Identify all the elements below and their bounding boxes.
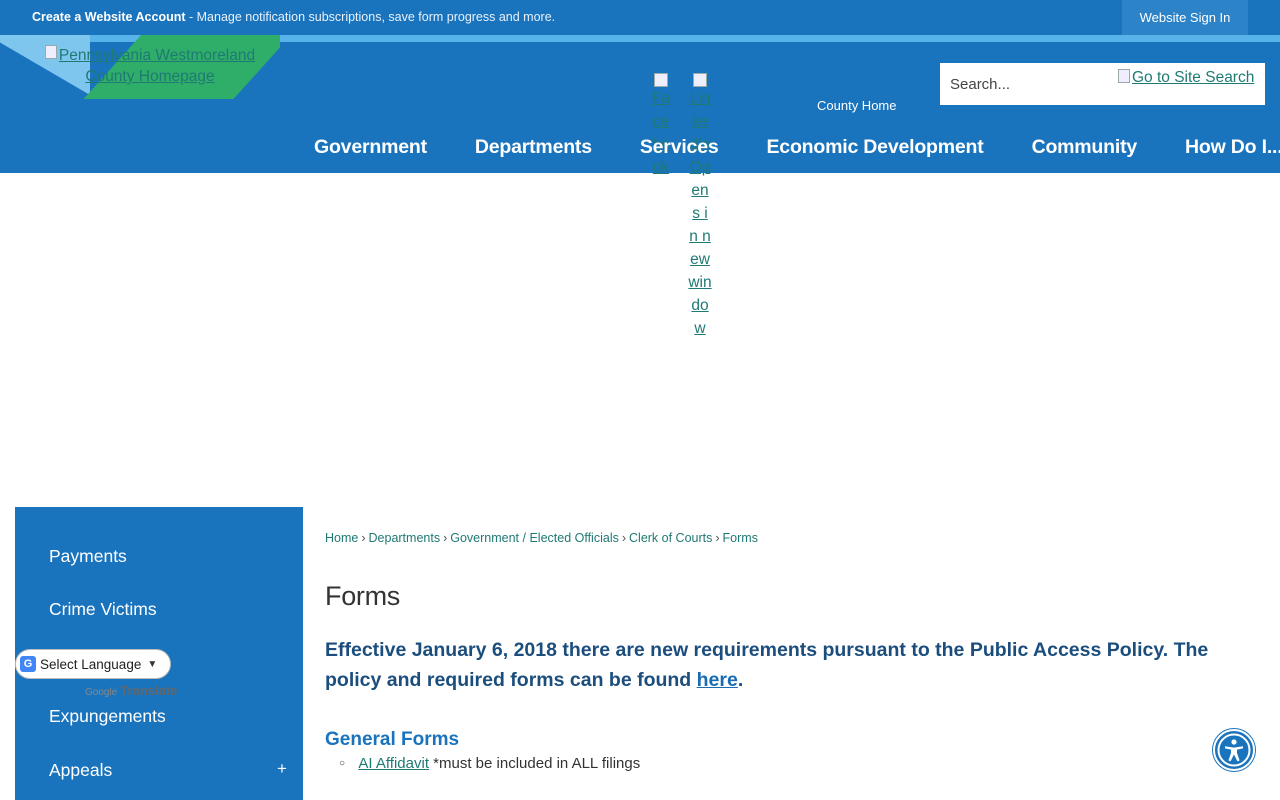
nav-departments[interactable]: Departments [451, 127, 616, 167]
logo-alt-text: Pennsylvania Westmoreland County Homepag… [58, 47, 256, 85]
breadcrumb-separator: › [715, 531, 720, 545]
nav-how-do-i[interactable]: How Do I... [1161, 127, 1280, 167]
breadcrumb-home[interactable]: Home [325, 531, 358, 545]
account-bar: Create a Website Account - Manage notifi… [0, 0, 1280, 35]
breadcrumb-separator: › [621, 531, 627, 545]
create-account-link[interactable]: Create a Website Account [32, 10, 186, 24]
search-go-alt-text: Go to Site Search [1132, 69, 1255, 86]
linkedin-link[interactable]: LinkedIn Opens in new window [688, 73, 712, 340]
nav-government[interactable]: Government [290, 127, 451, 167]
create-account-banner[interactable]: Create a Website Account - Manage notifi… [32, 10, 555, 24]
search-input[interactable] [950, 71, 1120, 97]
main-navigation: Government Departments Services Economic… [290, 127, 1280, 167]
broken-image-icon [44, 45, 57, 59]
general-forms-heading: General Forms [325, 729, 460, 750]
sidebar-item-payments[interactable]: Payments [49, 546, 127, 567]
main-content: Home › Departments › Government / Elected Of… [303, 507, 1265, 800]
google-translate-widget: G Select Language ▼ Google Translate [15, 649, 177, 698]
site-search: Go to Site Search [940, 63, 1265, 105]
ai-affidavit-link[interactable]: AI Affidavit [358, 755, 429, 772]
breadcrumb-separator: › [361, 531, 366, 545]
website-sign-in-button[interactable]: Website Sign In [1122, 0, 1248, 35]
google-translate-icon: G [20, 656, 36, 672]
google-word: Google [85, 687, 118, 698]
site-header: Pennsylvania Westmoreland County Homepag… [0, 35, 1280, 337]
breadcrumb-separator: › [443, 531, 448, 545]
homepage-logo-link[interactable]: Pennsylvania Westmoreland County Homepag… [30, 45, 270, 87]
language-select[interactable]: G Select Language ▼ [15, 649, 171, 679]
county-home-link[interactable]: County Home [817, 98, 896, 113]
nav-economic-development[interactable]: Economic Development [743, 127, 1008, 167]
broken-image-icon [1118, 69, 1130, 83]
search-go-button[interactable]: Go to Site Search [1118, 69, 1254, 87]
accessibility-button[interactable] [1213, 729, 1255, 771]
list-item: AI Affidavit *must be included in ALL fi… [339, 755, 640, 772]
translate-word[interactable]: Translate [120, 683, 177, 698]
breadcrumb-government-elected-officials[interactable]: Government / Elected Officials [450, 531, 619, 545]
broken-image-icon [654, 73, 668, 87]
broken-image-icon [693, 73, 707, 87]
breadcrumb-departments[interactable]: Departments [369, 531, 441, 545]
nav-community[interactable]: Community [1008, 127, 1161, 167]
language-select-label: Select Language [40, 656, 142, 672]
create-account-description: - Manage notification subscriptions, sav… [185, 10, 556, 24]
general-forms-list: AI Affidavit *must be included in ALL fi… [339, 755, 640, 772]
sidebar-item-crime-victims[interactable]: Crime Victims [49, 599, 157, 620]
sidebar-item-appeals[interactable]: Appeals [49, 760, 112, 781]
breadcrumb: Home › Departments › Government / Elected Of… [325, 531, 758, 545]
accessibility-icon [1217, 733, 1251, 767]
chevron-down-icon: ▼ [147, 658, 158, 670]
breadcrumb-clerk-of-courts[interactable]: Clerk of Courts [629, 531, 712, 545]
nav-services[interactable]: Services [616, 127, 743, 167]
appeals-expand-button[interactable]: + [277, 759, 287, 779]
public-access-notice: Effective January 6, 2018 there are new … [325, 635, 1225, 695]
sidebar-item-expungements[interactable]: Expungements [49, 706, 166, 727]
ai-affidavit-note: *must be included in ALL filings [429, 755, 641, 772]
notice-text: Effective January 6, 2018 there are new … [325, 639, 1209, 691]
page-title: Forms [325, 581, 400, 611]
breadcrumb-current: Forms [722, 531, 758, 545]
powered-by-google: Google Translate [85, 683, 177, 698]
notice-here-link[interactable]: here [697, 669, 738, 691]
notice-end: . [737, 669, 744, 691]
